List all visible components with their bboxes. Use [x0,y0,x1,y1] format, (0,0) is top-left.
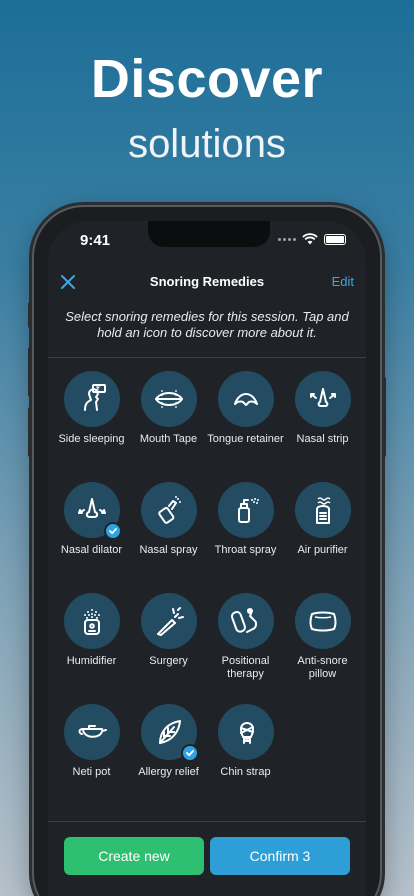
signal-icon [278,237,296,241]
remedy-item-mouth-tape[interactable]: Mouth Tape [132,371,205,482]
nav-bar: Snoring Remedies Edit [48,265,366,301]
remedy-item-surgery[interactable]: Surgery [132,593,205,704]
remedy-label: Chin strap [220,766,271,778]
tongue-retainer-icon[interactable] [217,371,274,427]
mouth-tape-icon[interactable] [140,371,197,427]
create-new-button[interactable]: Create new [64,837,204,875]
volume-up-button [28,347,32,397]
remedy-label: Allergy relief [138,766,199,778]
remedy-label: Positional therapy [221,655,270,680]
remedy-item-humidifier[interactable]: Humidifier [55,593,128,704]
neti-pot-icon[interactable] [63,704,120,760]
divider-top [48,357,366,358]
remedy-item-nasal-spray[interactable]: Nasal spray [132,482,205,593]
remedy-label: Humidifier [66,655,117,667]
remedy-label: Air purifier [297,544,348,556]
promo-title: Discover [90,49,324,109]
nasal-spray-icon[interactable] [140,482,197,538]
wifi-icon [302,233,318,245]
phone-frame: 9:41 Snoring Remedies Edit Select snorin… [28,205,386,896]
remedy-label: Surgery [149,655,188,667]
remedy-label: Nasal dilator [60,544,123,556]
remedy-item-side-sleeping[interactable]: Side sleeping [55,371,128,482]
app-screen: 9:41 Snoring Remedies Edit Select snorin… [48,221,366,896]
instructions-text: Select snoring remedies for this session… [65,309,349,340]
mute-switch [28,302,32,328]
battery-icon [324,233,346,245]
remedy-label: Anti-snore pillow [297,655,348,680]
remedy-item-chin-strap[interactable]: Chin strap [209,704,282,815]
page-title: Snoring Remedies [149,274,265,289]
promo-subtitle: solutions [128,122,286,166]
allergy-relief-icon[interactable] [140,704,199,762]
throat-spray-icon[interactable] [217,482,274,538]
chin-strap-icon[interactable] [217,704,274,760]
remedy-label: Nasal spray [139,544,198,556]
volume-down-button [28,407,32,457]
side-sleeping-icon[interactable] [63,371,120,427]
humidifier-icon[interactable] [63,593,120,649]
remedy-label: Throat spray [214,544,277,556]
power-button [382,377,386,457]
edit-button[interactable]: Edit [332,274,354,289]
remedy-label: Tongue retainer [207,433,284,445]
checkmark-icon [180,744,199,762]
anti-snore-pillow-icon[interactable] [294,593,351,649]
remedy-item-positional-therapy[interactable]: Positional therapy [209,593,282,704]
surgery-icon[interactable] [140,593,197,649]
nasal-strip-icon[interactable] [294,371,351,427]
checkmark-icon [103,522,122,540]
remedy-item-allergy-relief[interactable]: Allergy relief [132,704,205,815]
positional-therapy-icon[interactable] [217,593,274,649]
remedy-item-neti-pot[interactable]: Neti pot [55,704,128,815]
air-purifier-icon[interactable] [294,482,351,538]
bottom-bar: Create new Confirm 3 [48,823,366,896]
promo-headline: Discover solutions [0,48,414,168]
remedy-item-air-purifier[interactable]: Air purifier [286,482,359,593]
remedy-label: Neti pot [72,766,111,778]
remedy-item-throat-spray[interactable]: Throat spray [209,482,282,593]
confirm-button[interactable]: Confirm 3 [210,837,350,875]
remedy-label: Side sleeping [58,433,125,445]
nasal-dilator-icon[interactable] [63,482,122,540]
remedy-item-anti-snore-pillow[interactable]: Anti-snore pillow [286,593,359,704]
remedies-grid: Side sleeping Mouth Tape Tongue retainer Na… [55,371,359,815]
status-time: 9:41 [80,232,111,249]
remedy-label: Mouth Tape [139,433,198,445]
remedy-label: Nasal strip [296,433,349,445]
remedy-item-tongue-retainer[interactable]: Tongue retainer [207,371,284,482]
remedy-item-nasal-strip[interactable]: Nasal strip [286,371,359,482]
remedy-item-nasal-dilator[interactable]: Nasal dilator [55,482,128,593]
status-bar: 9:41 [48,221,366,261]
divider-bottom [48,821,366,822]
